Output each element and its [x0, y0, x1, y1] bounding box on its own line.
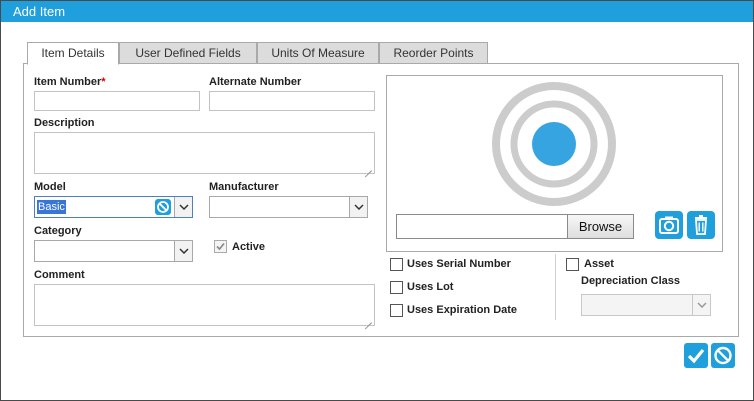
item-number-label: Item Number*: [34, 76, 106, 88]
uses-serial-number-label: Uses Serial Number: [407, 258, 511, 270]
image-file-path-field[interactable]: [396, 214, 568, 239]
clear-icon[interactable]: [155, 199, 171, 215]
asset-label: Asset: [584, 258, 614, 270]
manufacturer-select[interactable]: [209, 196, 368, 218]
model-selected-value: Basic: [37, 200, 66, 214]
chevron-down-icon[interactable]: [174, 241, 192, 261]
description-field[interactable]: [34, 132, 375, 174]
tab-item-details[interactable]: Item Details: [27, 42, 119, 65]
resize-grip-icon[interactable]: [365, 316, 372, 323]
comment-field[interactable]: [34, 284, 375, 326]
tab-user-defined-fields[interactable]: User Defined Fields: [119, 42, 257, 64]
required-marker: *: [101, 76, 106, 88]
active-checkbox[interactable]: [214, 240, 227, 253]
depreciation-class-select[interactable]: [581, 294, 711, 316]
model-label: Model: [34, 181, 66, 193]
description-label: Description: [34, 117, 95, 129]
item-number-label-text: Item Number: [34, 76, 102, 88]
uses-serial-number-checkbox[interactable]: [390, 258, 403, 271]
uses-lot-label: Uses Lot: [407, 281, 454, 293]
category-label: Category: [34, 225, 82, 237]
asset-checkbox[interactable]: [566, 258, 579, 271]
checkmark-icon: [687, 348, 705, 364]
item-number-field[interactable]: [34, 91, 200, 111]
alternate-number-field[interactable]: [209, 91, 375, 111]
trash-icon[interactable]: [687, 211, 715, 239]
browse-button[interactable]: Browse: [567, 214, 634, 239]
uses-expiration-date-label: Uses Expiration Date: [407, 304, 518, 316]
cancel-button[interactable]: [711, 343, 735, 368]
uses-expiration-date-checkbox[interactable]: [390, 304, 403, 317]
chevron-down-icon[interactable]: [349, 197, 367, 217]
camera-icon[interactable]: [655, 211, 683, 239]
depreciation-class-label: Depreciation Class: [581, 275, 681, 287]
tab-units-of-measure[interactable]: Units Of Measure: [257, 42, 379, 64]
chevron-down-icon[interactable]: [174, 197, 192, 217]
uses-lot-checkbox[interactable]: [390, 281, 403, 294]
save-button[interactable]: [684, 343, 708, 368]
resize-grip-icon[interactable]: [365, 164, 372, 171]
comment-label: Comment: [34, 269, 85, 281]
category-select[interactable]: [34, 240, 193, 262]
manufacturer-label: Manufacturer: [209, 181, 279, 193]
cancel-icon: [714, 346, 732, 365]
dialog-title: Add Item: [1, 1, 753, 22]
tab-reorder-points[interactable]: Reorder Points: [379, 42, 488, 64]
active-label: Active: [232, 241, 266, 253]
alternate-number-label: Alternate Number: [209, 76, 302, 88]
add-item-dialog: Add Item Item Details User Defined Field…: [0, 0, 754, 401]
chevron-down-icon[interactable]: [692, 295, 710, 315]
divider: [555, 254, 556, 320]
model-select[interactable]: Basic: [34, 196, 193, 218]
